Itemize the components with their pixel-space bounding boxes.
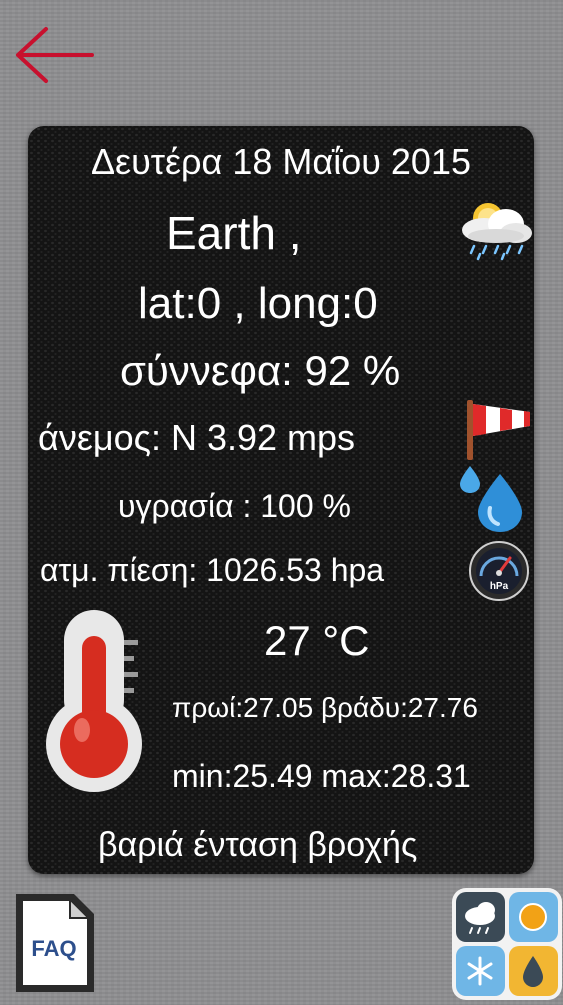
weather-card: Δευτέρα 18 Μαΐου 2015 Earth , lat:0 , lo… bbox=[28, 126, 534, 874]
date-text: Δευτέρα 18 Μαΐου 2015 bbox=[91, 141, 471, 182]
cloud-sun-rain-icon bbox=[454, 196, 534, 262]
arrow-left-icon bbox=[16, 27, 94, 83]
svg-text:hPa: hPa bbox=[490, 581, 509, 592]
faq-button[interactable]: FAQ bbox=[12, 890, 98, 996]
pressure-text: ατμ. πίεση: 1026.53 hpa bbox=[40, 552, 385, 588]
morning-evening-temp-text: πρωί:27.05 βράδυ:27.76 bbox=[172, 692, 478, 723]
thermometer-icon bbox=[30, 606, 160, 796]
location-text: Earth , bbox=[166, 207, 302, 259]
min-max-temp-text: min:25.49 max:28.31 bbox=[172, 758, 471, 794]
faq-document-icon: FAQ bbox=[16, 894, 94, 992]
water-drop-icon bbox=[456, 464, 534, 534]
weather-description-text: βαριά ένταση βροχής bbox=[98, 826, 418, 864]
humidity-text: υγρασία : 100 % bbox=[118, 488, 351, 524]
barometer-gauge-icon: hPa bbox=[468, 540, 530, 602]
svg-text:FAQ: FAQ bbox=[31, 936, 76, 961]
weather-app-button[interactable] bbox=[452, 888, 562, 1000]
back-button[interactable] bbox=[14, 26, 96, 84]
weather-tiles-icon bbox=[452, 888, 562, 1000]
temperature-text: 27 °C bbox=[264, 617, 370, 664]
coordinates-text: lat:0 , long:0 bbox=[138, 279, 378, 328]
clouds-text: σύννεφα: 92 % bbox=[120, 347, 401, 394]
windsock-icon bbox=[464, 396, 536, 462]
wind-text: άνεμος: N 3.92 mps bbox=[38, 417, 356, 458]
